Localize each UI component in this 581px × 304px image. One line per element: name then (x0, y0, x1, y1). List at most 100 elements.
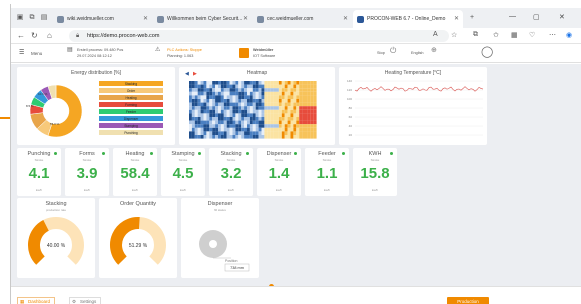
heatmap-cell (244, 95, 247, 99)
profile-icon[interactable]: ▣ (15, 13, 25, 23)
browser-essentials-icon[interactable]: ♡ (529, 31, 535, 39)
close-tab-icon[interactable]: ✕ (243, 10, 248, 28)
heatmap-cell (244, 81, 247, 85)
heatmap-cell (247, 109, 250, 114)
heatmap-cell (313, 99, 317, 103)
heatmap-cell (255, 88, 259, 92)
new-tab-icon[interactable]: + (467, 13, 477, 23)
tab-procon-web[interactable]: PROCON-WEB 6.7 - Online_Demo ✕ (353, 10, 463, 28)
user-avatar-icon[interactable]: ◯ (481, 46, 493, 58)
url-field[interactable]: 🔒︎ https://demo.procon-web.com (69, 30, 449, 42)
heatmap-cell (206, 91, 210, 96)
heatmap-cell (218, 95, 221, 99)
heatmap-cell (281, 88, 285, 92)
close-window-icon[interactable]: ✕ (559, 13, 565, 21)
heatmap-cell (258, 84, 262, 89)
favorite-star-icon[interactable]: ☆ (451, 31, 457, 39)
close-tab-icon[interactable]: ✕ (343, 10, 348, 28)
tab-cyber-security[interactable]: Willkommen beim Cyber Securit... ✕ (153, 10, 252, 28)
heatmap-cell (264, 135, 268, 139)
heatmap-cell (235, 127, 239, 132)
copilot-icon[interactable]: ◉ (566, 31, 572, 39)
url-text: https://demo.procon-web.com (87, 33, 160, 39)
extensions-icon[interactable]: ⧉ (473, 31, 478, 39)
heatmap-cell (191, 84, 195, 89)
vertical-tabs-icon[interactable]: ▤ (39, 13, 49, 23)
heatmap-cell (278, 102, 282, 107)
production-button[interactable]: Production (447, 297, 489, 304)
heatmap-cell (200, 113, 204, 117)
heatmap-cell (212, 84, 216, 89)
tab-wiki[interactable]: wiki.weidmueller.com ✕ (53, 10, 152, 28)
heatmap-cell (241, 117, 245, 121)
stop-icon[interactable]: ⏻ (390, 47, 396, 55)
heatmap-cell (276, 91, 279, 96)
read-aloud-icon[interactable]: A (433, 31, 438, 38)
heatmap-cell (284, 84, 288, 89)
heatmap-cell (307, 135, 311, 139)
heatmap-cell (223, 102, 227, 107)
heatmap-cell (299, 120, 303, 125)
settings-tab[interactable]: ⚙ Settings (69, 297, 102, 304)
heatmap-cell (191, 120, 195, 125)
heatmap-cell (249, 88, 253, 92)
back-icon[interactable]: ← (17, 31, 25, 40)
heatmap-cell (238, 131, 242, 135)
heatmap-cell (218, 131, 221, 135)
dashboard-tab[interactable]: ▦ Dashboard (17, 297, 56, 304)
heatmap-cell (247, 99, 250, 103)
refresh-icon[interactable]: ↻ (31, 31, 38, 40)
heatmap-cell (258, 91, 262, 96)
heatmap-cell (313, 117, 317, 121)
heatmap-cell (264, 124, 268, 128)
heatmap-cell (203, 95, 207, 99)
heatmap-card: Heatmap ◀ ▶ (179, 67, 335, 145)
heatmap-cell (302, 109, 305, 114)
heatmap-cell (200, 88, 204, 92)
heatmap-cell (258, 102, 262, 107)
globe-icon[interactable]: ⊕ (431, 47, 437, 54)
heatmap-cell (284, 88, 288, 92)
heatmap-cell (206, 88, 210, 92)
heatmap-cell (209, 117, 213, 121)
heatmap-cell (235, 99, 239, 103)
heatmap-cell (255, 91, 259, 96)
heatmap-cell (284, 127, 288, 132)
favorites-icon[interactable]: ✩ (493, 31, 499, 39)
heatmap-cell (252, 81, 256, 85)
heatmap-cell (270, 124, 274, 128)
home-icon[interactable]: ⌂ (47, 31, 52, 40)
heatmap-cell (215, 81, 218, 85)
heatmap-cell (244, 84, 247, 89)
heatmap-cell (310, 88, 314, 92)
heatmap-cell (281, 102, 285, 107)
close-tab-icon[interactable]: ✕ (454, 10, 459, 28)
heatmap-cell (313, 124, 317, 128)
legend-label: Order (127, 89, 136, 93)
heatmap-cell (238, 120, 242, 125)
heatmap-cell (229, 106, 233, 110)
more-icon[interactable]: ⋯ (549, 31, 556, 39)
heatmap-cell (203, 109, 207, 114)
heatmap-cell (203, 91, 207, 96)
tab-cec[interactable]: cec.weidmueller.com ✕ (253, 10, 352, 28)
close-tab-icon[interactable]: ✕ (143, 10, 148, 28)
maximize-icon[interactable]: ▢ (533, 13, 540, 21)
heatmap-cell (197, 120, 201, 125)
language-select[interactable]: English (411, 51, 423, 56)
heatmap-cell (238, 88, 242, 92)
heatmap-cell (218, 117, 221, 121)
heatmap-cell (203, 127, 207, 132)
temperature-series-line (354, 86, 484, 92)
heatmap-cell (261, 102, 265, 107)
kpi-subtitle: Stroke (274, 158, 284, 162)
minimize-icon[interactable]: — (509, 13, 516, 20)
heatmap-cell (229, 120, 233, 125)
workspaces-icon[interactable]: ⧉ (27, 13, 37, 23)
heatmap-cell (218, 109, 221, 114)
menu-label[interactable]: Menu (31, 51, 42, 56)
brand-name: Weidmüller (253, 48, 274, 52)
collections-icon[interactable]: ▦ (511, 31, 518, 39)
menu-icon[interactable]: ☰ (19, 49, 24, 56)
heatmap-cell (281, 106, 285, 110)
